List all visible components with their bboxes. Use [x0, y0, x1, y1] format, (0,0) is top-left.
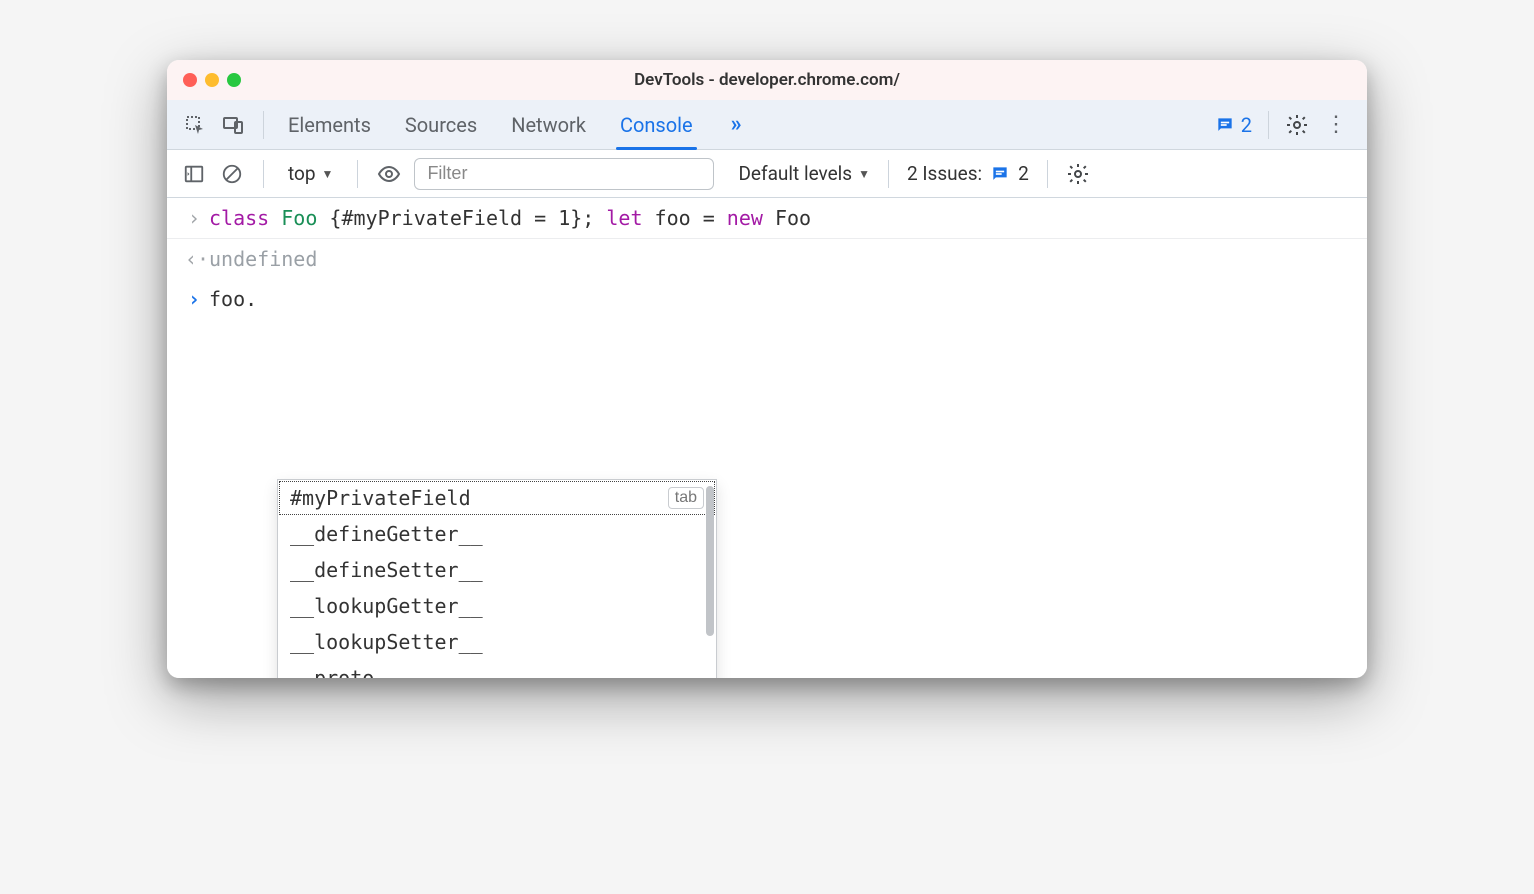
console-output: › class Foo {#myPrivateField = 1}; let f… — [167, 198, 1367, 678]
autocomplete-label: __lookupSetter__ — [290, 630, 483, 654]
devtools-window: DevTools - developer.chrome.com/ Element… — [167, 60, 1367, 678]
inspect-element-icon[interactable] — [181, 111, 209, 139]
tab-sources[interactable]: Sources — [403, 101, 479, 149]
separator — [1268, 111, 1269, 139]
separator — [357, 160, 358, 188]
more-tabs-button[interactable]: » — [725, 112, 746, 137]
autocomplete-item[interactable]: __defineGetter__ — [278, 516, 716, 552]
autocomplete-item[interactable]: __defineSetter__ — [278, 552, 716, 588]
tab-network[interactable]: Network — [509, 101, 588, 149]
traffic-lights — [183, 73, 241, 87]
prompt-input[interactable]: foo. — [209, 287, 257, 311]
autocomplete-label: __defineSetter__ — [290, 558, 483, 582]
issues-count: 2 — [1241, 113, 1252, 137]
settings-icon[interactable] — [1285, 113, 1309, 137]
window-title: DevTools - developer.chrome.com/ — [167, 70, 1367, 90]
close-window-button[interactable] — [183, 73, 197, 87]
console-result-row: ‹· undefined — [167, 239, 1367, 279]
filter-input[interactable] — [414, 158, 714, 190]
maximize-window-button[interactable] — [227, 73, 241, 87]
prompt-arrow-icon: › — [185, 287, 203, 311]
clear-console-icon[interactable] — [219, 161, 245, 187]
autocomplete-item[interactable]: __proto__ — [278, 660, 716, 678]
output-arrow-icon: ‹· — [185, 247, 203, 271]
separator — [263, 111, 264, 139]
live-expression-icon[interactable] — [376, 161, 402, 187]
chevron-down-icon: ▼ — [322, 167, 334, 181]
issues-label: 2 Issues: — [907, 162, 982, 185]
separator — [1047, 160, 1048, 188]
log-levels-selector[interactable]: Default levels ▼ — [738, 162, 870, 185]
context-selector[interactable]: top ▼ — [288, 162, 333, 185]
autocomplete-label: __lookupGetter__ — [290, 594, 483, 618]
levels-label: Default levels — [738, 162, 852, 185]
issues-summary[interactable]: 2 Issues: 2 — [907, 162, 1029, 185]
history-code: class Foo {#myPrivateField = 1}; let foo… — [209, 206, 811, 230]
kebab-menu-icon[interactable]: ⋮ — [1319, 112, 1353, 137]
main-toolbar: Elements Sources Network Console » 2 ⋮ — [167, 100, 1367, 150]
tab-console[interactable]: Console — [618, 101, 695, 149]
autocomplete-label: __proto__ — [290, 666, 398, 678]
scrollbar-thumb[interactable] — [706, 486, 714, 636]
minimize-window-button[interactable] — [205, 73, 219, 87]
tab-elements[interactable]: Elements — [286, 101, 373, 149]
autocomplete-popup: #myPrivateField tab __defineGetter__ __d… — [277, 479, 717, 678]
autocomplete-label: #myPrivateField — [290, 486, 471, 510]
panel-tabs: Elements Sources Network Console » — [286, 101, 746, 149]
separator — [888, 160, 889, 188]
tab-hint: tab — [668, 487, 704, 509]
result-value: undefined — [209, 247, 317, 271]
console-settings-icon[interactable] — [1066, 162, 1090, 186]
autocomplete-item[interactable]: #myPrivateField tab — [278, 480, 716, 516]
console-prompt-row[interactable]: › foo. — [167, 279, 1367, 319]
console-toolbar: top ▼ Default levels ▼ 2 Issues: 2 — [167, 150, 1367, 198]
console-history-row: › class Foo {#myPrivateField = 1}; let f… — [167, 198, 1367, 239]
chat-icon — [1215, 115, 1235, 135]
input-arrow-icon: › — [185, 206, 203, 230]
chevron-down-icon: ▼ — [858, 167, 870, 181]
separator — [263, 160, 264, 188]
context-label: top — [288, 162, 316, 185]
sidebar-toggle-icon[interactable] — [181, 161, 207, 187]
autocomplete-item[interactable]: __lookupSetter__ — [278, 624, 716, 660]
chat-icon — [990, 164, 1010, 184]
titlebar: DevTools - developer.chrome.com/ — [167, 60, 1367, 100]
device-toggle-icon[interactable] — [219, 111, 247, 139]
autocomplete-label: __defineGetter__ — [290, 522, 483, 546]
issues-count: 2 — [1018, 162, 1029, 185]
issues-counter[interactable]: 2 — [1215, 113, 1252, 137]
autocomplete-item[interactable]: __lookupGetter__ — [278, 588, 716, 624]
